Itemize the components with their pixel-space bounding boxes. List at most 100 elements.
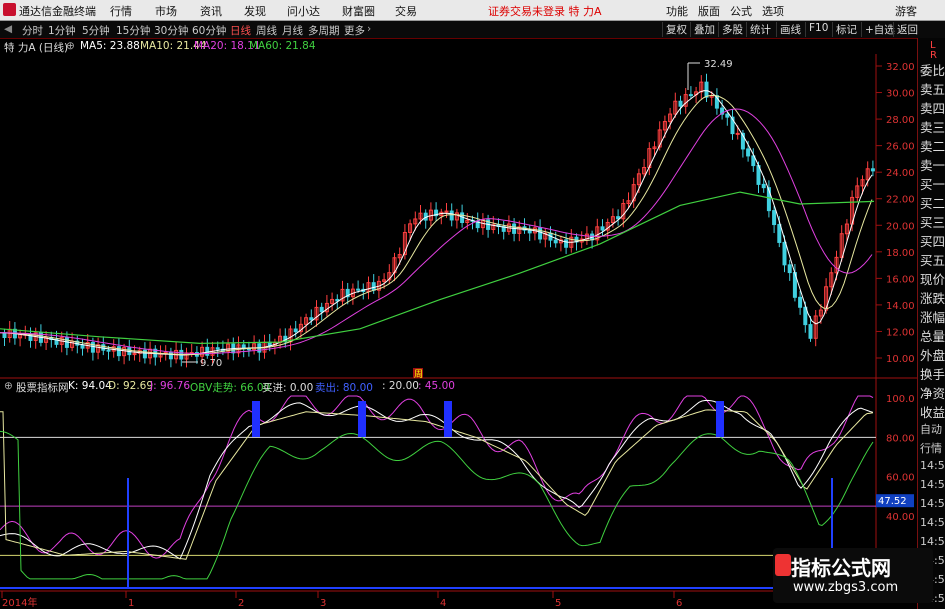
- quote-side-panel: L R 委比 卖五 卖四 卖三 卖二 卖一 买一 买二 买三 买四 买五 现价 涨跌 涨幅 总量 外盘 换手 净资…: [917, 38, 945, 609]
- side-panel-label[interactable]: 自动: [920, 421, 942, 437]
- candle-body: [449, 210, 454, 221]
- y-tick-label: 22.00: [886, 195, 915, 206]
- draw-line-button[interactable]: 画线: [776, 22, 801, 37]
- sell-signal-bar: [716, 401, 724, 437]
- y-tick-label: 14.00: [886, 301, 915, 312]
- side-panel-label[interactable]: 14:5: [920, 535, 945, 548]
- y-tick-label: 26.00: [886, 142, 915, 153]
- period-30min[interactable]: 30分钟: [154, 23, 188, 38]
- side-panel-label[interactable]: 买五: [920, 250, 945, 269]
- overlay-button[interactable]: 叠加: [690, 22, 715, 37]
- period-more[interactable]: 更多: [344, 23, 365, 38]
- side-panel-label[interactable]: 收益: [920, 402, 945, 421]
- mark-button[interactable]: 标记: [832, 22, 857, 37]
- side-panel-label[interactable]: 卖四: [920, 98, 945, 117]
- multi-stock-button[interactable]: 多股: [718, 22, 743, 37]
- back-button[interactable]: 返回: [893, 22, 918, 37]
- chart-area[interactable]: 32.00 30.00 28.00 26.00 24.00 22.00 20.00 18.00…: [0, 38, 917, 609]
- period-intraday[interactable]: 分时: [22, 23, 43, 38]
- period-60min[interactable]: 60分钟: [192, 23, 226, 38]
- indicator-settings-icon[interactable]: ⊕: [4, 380, 13, 392]
- more-chevron-icon[interactable]: ›: [367, 23, 371, 35]
- adjust-button[interactable]: 复权: [662, 22, 687, 37]
- side-panel-label[interactable]: 买一: [920, 174, 945, 193]
- candle-body: [2, 332, 7, 338]
- candle-body: [538, 227, 543, 240]
- f10-button[interactable]: F10: [805, 22, 828, 37]
- side-panel-label[interactable]: 总量: [920, 326, 945, 345]
- side-panel-label[interactable]: 委比: [920, 60, 945, 79]
- guest-button[interactable]: 游客: [895, 3, 917, 19]
- period-toolbar: ◀ 分时 1分钟 5分钟 15分钟 30分钟 60分钟 日线 周线 月线 多周期…: [0, 21, 945, 39]
- side-panel-label[interactable]: 涨跌: [920, 288, 945, 307]
- statistics-button[interactable]: 统计: [746, 22, 771, 37]
- side-panel-label[interactable]: 14:5: [920, 459, 945, 472]
- sell-signal-bar: [444, 401, 452, 437]
- period-1min[interactable]: 1分钟: [48, 23, 76, 38]
- indicator-y-tick-label: 80.00: [886, 433, 915, 444]
- menu-news[interactable]: 资讯: [200, 3, 222, 19]
- side-panel-label[interactable]: 涨幅: [920, 307, 945, 326]
- side-panel-label[interactable]: 14:5: [920, 497, 945, 510]
- menu-wealth[interactable]: 财富圈: [342, 3, 375, 19]
- indicator-y-tick-label: 60.00: [886, 473, 915, 484]
- side-panel-label[interactable]: 卖二: [920, 136, 945, 155]
- y-tick-label: 28.00: [886, 115, 915, 126]
- side-panel-label[interactable]: 14:5: [920, 478, 945, 491]
- menu-discover[interactable]: 发现: [244, 3, 266, 19]
- side-panel-label[interactable]: 卖三: [920, 117, 945, 136]
- side-panel-label[interactable]: 换手: [920, 364, 945, 383]
- menu-trade[interactable]: 交易: [395, 3, 417, 19]
- y-tick-label: 32.00: [886, 62, 915, 73]
- candle-body: [215, 347, 220, 350]
- x-tick-label: 5: [555, 598, 561, 609]
- side-panel-label[interactable]: 卖五: [920, 79, 945, 98]
- menu-market[interactable]: 市场: [155, 3, 177, 19]
- menu-market-quotes[interactable]: 行情: [110, 3, 132, 19]
- menu-functions[interactable]: 功能: [666, 3, 688, 19]
- high-price-label: 32.49: [704, 59, 733, 70]
- x-tick-label: 4: [440, 598, 446, 609]
- period-daily[interactable]: 日线: [230, 23, 251, 38]
- side-panel-label[interactable]: 买三: [920, 212, 945, 231]
- add-watchlist-button[interactable]: +自选: [861, 22, 895, 37]
- period-monthly[interactable]: 月线: [282, 23, 303, 38]
- period-prev-icon[interactable]: ◀: [4, 23, 12, 35]
- menu-ask[interactable]: 问小达: [287, 3, 320, 19]
- side-panel-label[interactable]: 行情: [920, 440, 942, 456]
- menu-options[interactable]: 选项: [762, 3, 784, 19]
- x-tick-label: 2: [238, 598, 244, 609]
- period-weekly[interactable]: 周线: [256, 23, 277, 38]
- side-panel-label[interactable]: 外盘: [920, 345, 945, 364]
- side-panel-label[interactable]: 卖一: [920, 155, 945, 174]
- period-5min[interactable]: 5分钟: [82, 23, 110, 38]
- x-tick-label: 6: [676, 598, 682, 609]
- candle-body: [564, 239, 569, 248]
- indicator-name[interactable]: 股票指标网: [16, 380, 69, 395]
- side-panel-label[interactable]: 净资: [920, 383, 945, 402]
- side-panel-label[interactable]: 现价: [920, 269, 945, 288]
- indicator-y-tick-label: 40.00: [886, 512, 915, 523]
- side-panel-label[interactable]: 14:5: [920, 516, 945, 529]
- candle-body: [116, 346, 121, 357]
- candle-body: [688, 94, 693, 97]
- indicator-level-45: : 45.00: [418, 380, 455, 392]
- y-tick-label: 20.00: [886, 221, 915, 232]
- menu-layout[interactable]: 版面: [698, 3, 720, 19]
- x-tick-label: 3: [320, 598, 326, 609]
- j-line: [0, 395, 874, 559]
- candle-body: [772, 210, 777, 226]
- side-panel-label[interactable]: 买二: [920, 193, 945, 212]
- y-tick-label: 16.00: [886, 274, 915, 285]
- y-tick-label: 10.00: [886, 354, 915, 365]
- period-multi[interactable]: 多周期: [308, 23, 340, 38]
- menu-formula[interactable]: 公式: [730, 3, 752, 19]
- period-15min[interactable]: 15分钟: [116, 23, 150, 38]
- candle-body: [870, 168, 875, 172]
- low-price-label: 9.70: [200, 358, 222, 369]
- trade-login-notice[interactable]: 证券交易未登录 特 力A: [488, 3, 602, 19]
- candle-body: [293, 328, 298, 333]
- candle-body: [798, 296, 803, 308]
- side-panel-label[interactable]: 买四: [920, 231, 945, 250]
- indicator-d: D: 92.69: [108, 380, 154, 392]
